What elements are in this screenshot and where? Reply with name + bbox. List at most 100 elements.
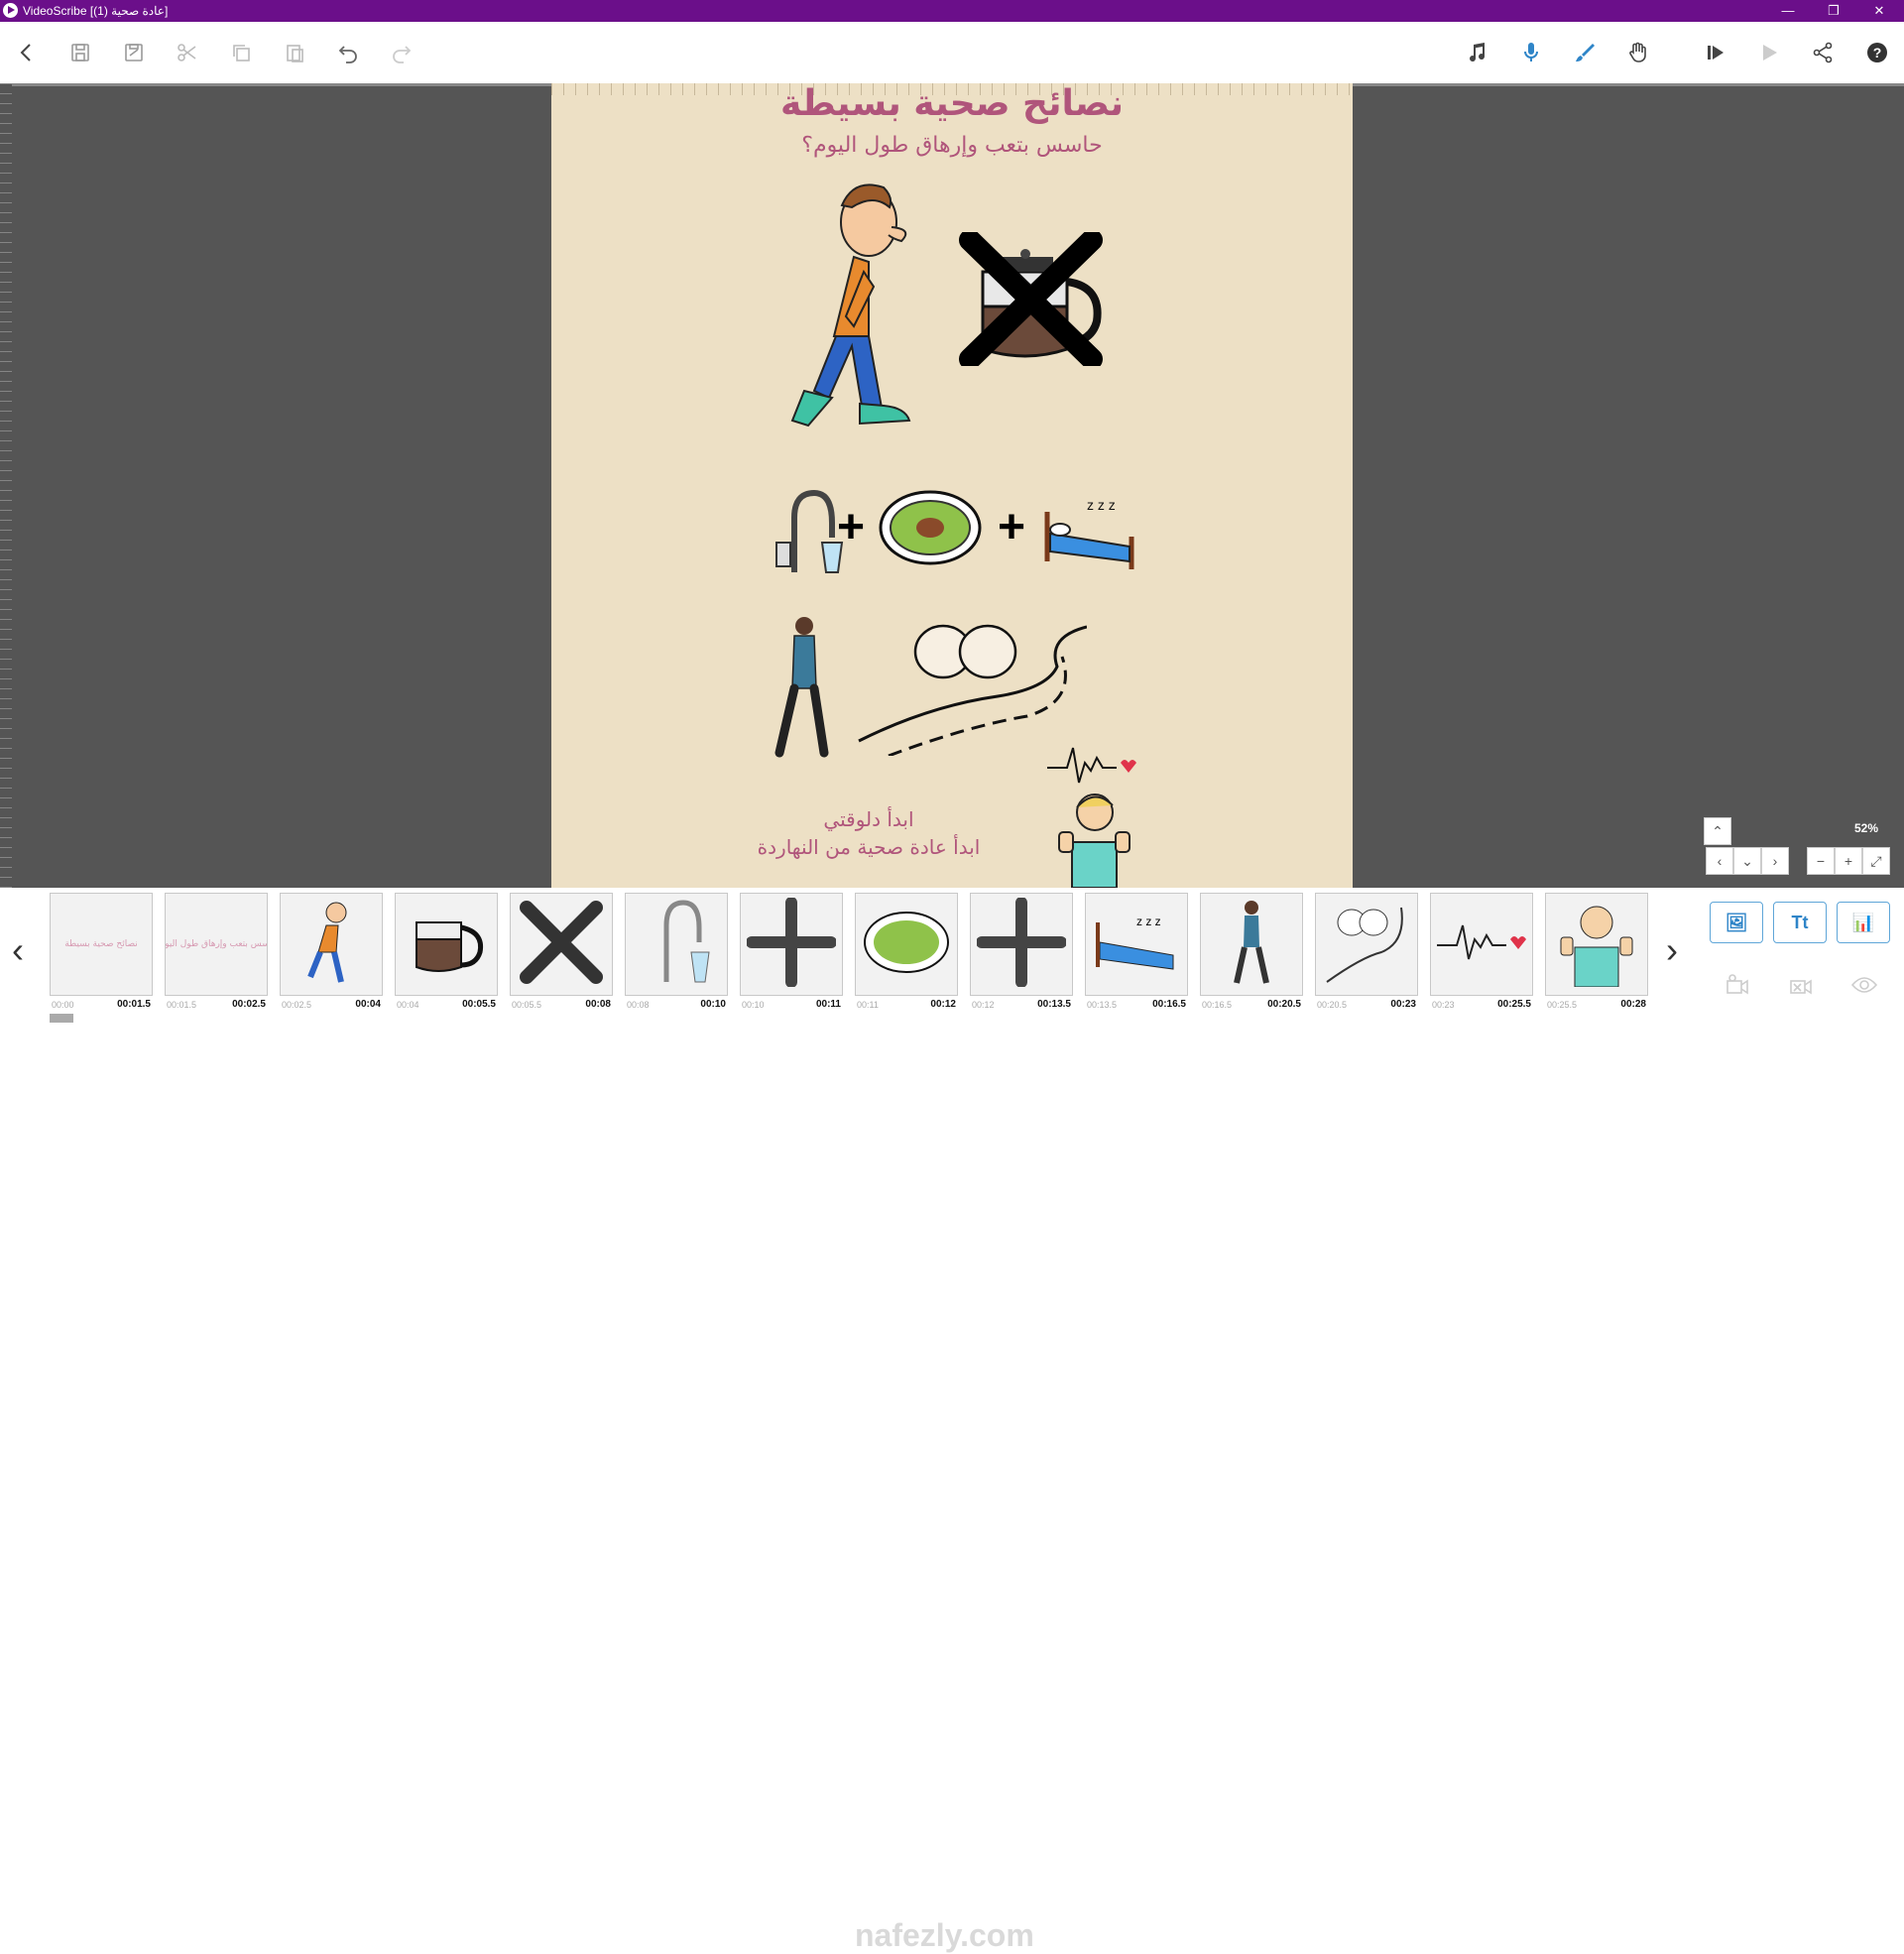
preview-button[interactable] bbox=[1848, 969, 1880, 1001]
timeline-thumb[interactable] bbox=[1315, 893, 1418, 996]
thumb-text: نصائح صحية بسيطة bbox=[64, 939, 138, 949]
save-icon bbox=[71, 44, 89, 61]
cross-thumb-image bbox=[517, 898, 606, 992]
copy-button[interactable] bbox=[224, 36, 258, 69]
thumb-end-time: 00:16.5 bbox=[1152, 999, 1186, 1010]
thumb-end-time: 00:08 bbox=[585, 999, 611, 1010]
pan-down-button[interactable]: ⌄ bbox=[1733, 847, 1761, 875]
timeline-thumb[interactable] bbox=[625, 893, 728, 996]
close-button[interactable]: ✕ bbox=[1856, 0, 1902, 22]
plus-icon-2: + bbox=[998, 501, 1026, 553]
thumb-end-time: 00:11 bbox=[815, 999, 841, 1010]
thumb-end-time: 00:25.5 bbox=[1497, 999, 1531, 1010]
timeline-thumb[interactable] bbox=[395, 893, 498, 996]
timeline-thumb[interactable]: حاسس بتعب وإرهاق طول اليوم؟ bbox=[165, 893, 268, 996]
paste-button[interactable] bbox=[278, 36, 311, 69]
microphone-icon bbox=[1524, 43, 1538, 61]
minimize-button[interactable]: — bbox=[1765, 0, 1811, 22]
thumbs-up-man-image[interactable] bbox=[1057, 788, 1131, 888]
maximize-button[interactable]: ❐ bbox=[1811, 0, 1856, 22]
timeline-next-button[interactable]: › bbox=[1666, 929, 1678, 971]
save-button[interactable] bbox=[63, 36, 97, 69]
thumb-end-time: 00:05.5 bbox=[462, 999, 496, 1010]
fit-screen-button[interactable]: ⤢ bbox=[1862, 847, 1890, 875]
timeline-thumb[interactable] bbox=[970, 893, 1073, 996]
timeline-thumb[interactable] bbox=[855, 893, 958, 996]
share-button[interactable] bbox=[1806, 36, 1840, 69]
fit-screen-icon: ⤢ bbox=[1870, 852, 1882, 869]
teapot-thumb-image bbox=[407, 908, 486, 982]
camera-remove-button[interactable] bbox=[1785, 969, 1817, 1001]
add-chart-button[interactable]: 📊 bbox=[1837, 902, 1890, 943]
heartbeat-thumb-image bbox=[1437, 917, 1526, 972]
workspace[interactable]: نصائح صحية بسيطة حاسس بتعب وإرهاق طول ال… bbox=[0, 83, 1904, 888]
thumb-end-time: 00:02.5 bbox=[232, 999, 266, 1010]
thumb-start-time: 00:20.5 bbox=[1317, 1000, 1348, 1010]
bed-image[interactable]: z z z bbox=[1042, 492, 1136, 571]
thumb-end-time: 00:10 bbox=[700, 999, 726, 1010]
back-button[interactable] bbox=[10, 36, 44, 69]
heartbeat-image[interactable] bbox=[1047, 743, 1136, 788]
thumb-start-time: 00:13.5 bbox=[1087, 1000, 1118, 1010]
play-button[interactable] bbox=[1752, 36, 1786, 69]
pan-right-button[interactable]: › bbox=[1761, 847, 1789, 875]
thumb-end-time: 00:13.5 bbox=[1037, 999, 1071, 1010]
undo-button[interactable] bbox=[331, 36, 365, 69]
thumb-start-time: 00:08 bbox=[627, 1000, 650, 1010]
bed-thumb-image: z z z bbox=[1092, 908, 1181, 982]
pan-left-button[interactable]: ‹ bbox=[1706, 847, 1733, 875]
canvas-title[interactable]: نصائح صحية بسيطة bbox=[551, 83, 1353, 124]
canvas-subtitle[interactable]: حاسس بتعب وإرهاق طول اليوم؟ bbox=[551, 133, 1353, 158]
help-button[interactable]: ? bbox=[1860, 36, 1894, 69]
walking-man-image[interactable] bbox=[765, 614, 844, 763]
teapot-image[interactable] bbox=[958, 232, 1107, 366]
thumb-start-time: 00:04 bbox=[397, 1000, 419, 1010]
salad-image[interactable] bbox=[879, 488, 983, 567]
closing-line-2[interactable]: ابدأ عادة صحية من النهاردة bbox=[750, 833, 988, 861]
zoom-out-icon: − bbox=[1816, 853, 1826, 869]
cut-button[interactable] bbox=[171, 36, 204, 69]
play-icon bbox=[1763, 45, 1777, 61]
timeline-thumb[interactable] bbox=[1200, 893, 1303, 996]
tired-man-image[interactable] bbox=[774, 178, 923, 435]
timeline: ‹ نصائح صحية بسيطة 00:00 00:01.5 حاسس بتعب … bbox=[0, 888, 1904, 1953]
thumb-end-time: 00:20.5 bbox=[1267, 999, 1301, 1010]
brush-button[interactable] bbox=[1568, 36, 1602, 69]
hand-button[interactable] bbox=[1621, 36, 1655, 69]
timeline-scrollbar[interactable] bbox=[50, 1014, 73, 1023]
thumb-start-time: 00:23 bbox=[1432, 1000, 1455, 1010]
svg-text:z z z: z z z bbox=[1087, 497, 1116, 513]
thumb-end-time: 00:12 bbox=[930, 999, 956, 1010]
zoom-out-button[interactable]: − bbox=[1807, 847, 1835, 875]
window-title: VideoScribe [(1) عادة صحية] bbox=[23, 4, 169, 18]
closing-line-1[interactable]: ابدأ دلوقتي bbox=[750, 805, 988, 833]
pan-up-button[interactable]: ⌃ bbox=[1704, 817, 1731, 845]
voiceover-button[interactable] bbox=[1514, 36, 1548, 69]
zoom-level: 52% bbox=[1854, 821, 1879, 835]
timeline-thumb[interactable] bbox=[510, 893, 613, 996]
timeline-thumb[interactable] bbox=[740, 893, 843, 996]
salad-thumb-image bbox=[862, 908, 951, 982]
timeline-prev-button[interactable]: ‹ bbox=[12, 929, 24, 971]
add-image-button[interactable]: 🖼 bbox=[1710, 902, 1763, 943]
chevron-down-icon: ⌄ bbox=[1741, 852, 1753, 869]
add-text-button[interactable]: Tt bbox=[1773, 902, 1827, 943]
paste-icon bbox=[287, 45, 303, 62]
road-image[interactable] bbox=[849, 617, 1087, 756]
zoom-in-icon: + bbox=[1844, 853, 1853, 869]
save-as-button[interactable] bbox=[117, 36, 151, 69]
play-from-here-button[interactable] bbox=[1699, 36, 1732, 69]
timeline-thumb[interactable]: نصائح صحية بسيطة bbox=[50, 893, 153, 996]
redo-button[interactable] bbox=[385, 36, 418, 69]
zoom-in-button[interactable]: + bbox=[1835, 847, 1862, 875]
timeline-thumb[interactable] bbox=[1545, 893, 1648, 996]
brush-icon bbox=[1576, 44, 1595, 61]
timeline-thumb[interactable] bbox=[1430, 893, 1533, 996]
timeline-thumb[interactable] bbox=[280, 893, 383, 996]
title-bar: VideoScribe [(1) عادة صحية] — ❐ ✕ bbox=[0, 0, 1904, 22]
plus-icon: + bbox=[837, 501, 866, 553]
timeline-thumb[interactable]: z z z bbox=[1085, 893, 1188, 996]
scribe-canvas[interactable]: نصائح صحية بسيطة حاسس بتعب وإرهاق طول ال… bbox=[551, 83, 1353, 888]
music-button[interactable] bbox=[1460, 36, 1493, 69]
camera-set-button[interactable] bbox=[1722, 969, 1753, 1001]
